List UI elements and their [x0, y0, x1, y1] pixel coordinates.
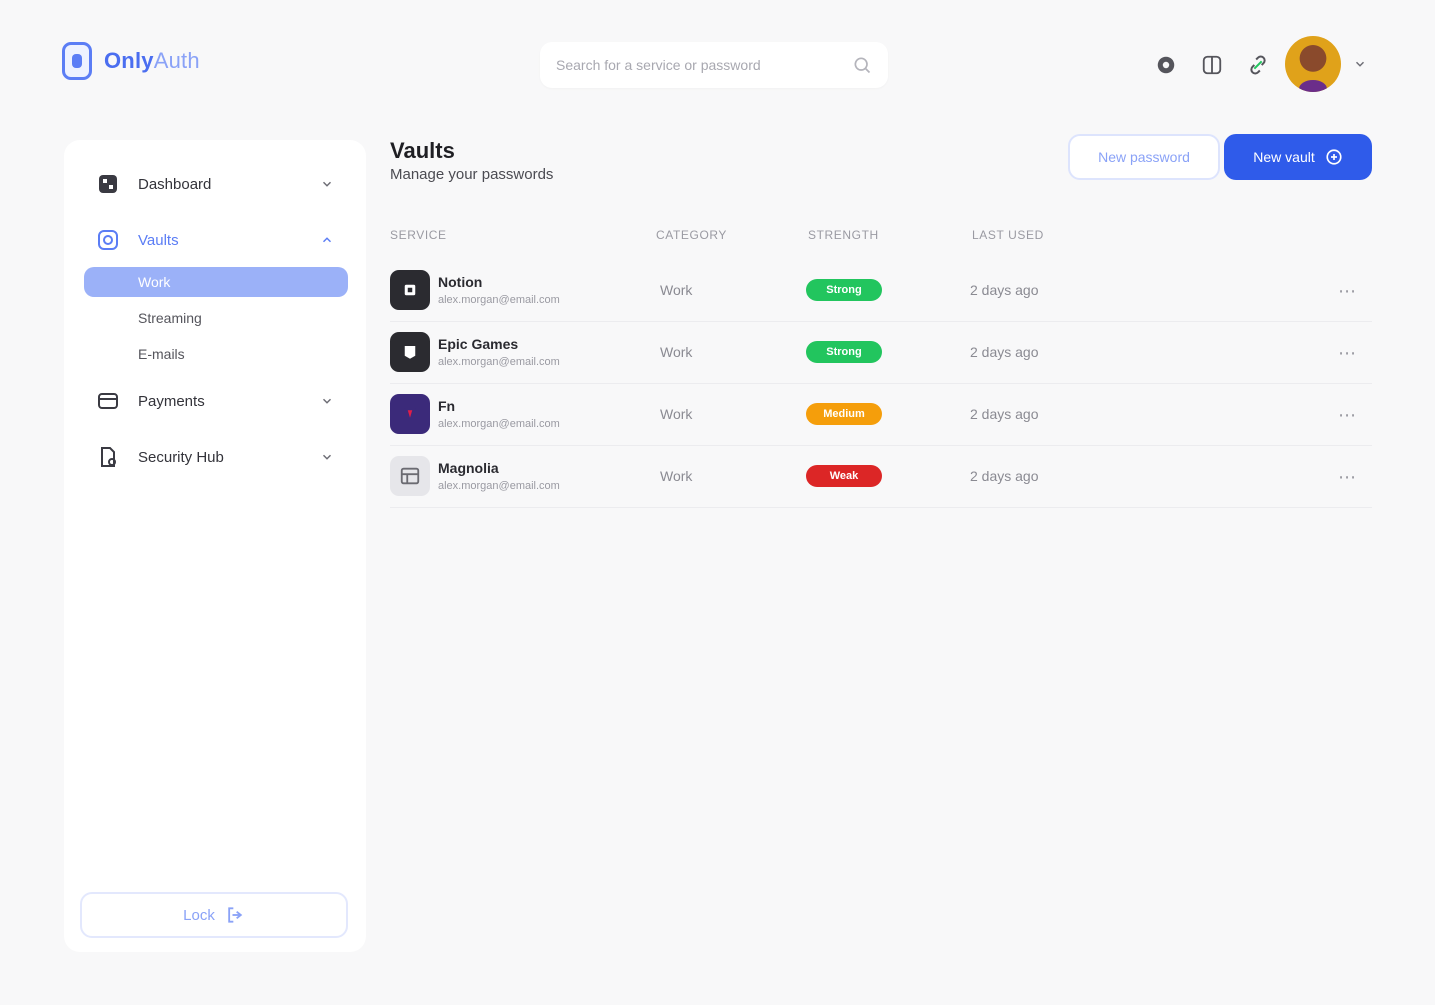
plus-icon: [1326, 149, 1342, 165]
column-header-last-used[interactable]: Last used: [972, 228, 1044, 242]
brand-name: OnlyAuth: [104, 48, 200, 74]
table-row[interactable]: Fn alex.morgan@email.com Work Medium 2 d…: [390, 384, 1372, 446]
chevron-down-icon[interactable]: [320, 177, 334, 191]
service-name: Epic Games: [438, 336, 519, 352]
service-name: Fn: [438, 398, 456, 414]
payments-icon: [94, 387, 122, 415]
more-options-icon[interactable]: ⋯: [1334, 402, 1360, 428]
strength-badge: Strong: [806, 341, 882, 363]
logout-icon: [228, 907, 243, 923]
brand-logo[interactable]: OnlyAuth: [62, 40, 200, 82]
chevron-down-icon[interactable]: [1353, 57, 1367, 71]
link-icon[interactable]: [1245, 52, 1271, 78]
security-icon: [94, 443, 122, 471]
service-category: Work: [660, 406, 693, 422]
last-used: 2 days ago: [970, 468, 1039, 484]
table-row[interactable]: Notion alex.morgan@email.com Work Strong…: [390, 260, 1372, 322]
vault-icon: [94, 226, 122, 254]
chevron-up-icon[interactable]: [320, 233, 334, 247]
service-category: Work: [660, 468, 693, 484]
service-category: Work: [660, 282, 693, 298]
page-subtitle: Manage your passwords: [390, 166, 554, 183]
strength-badge: Medium: [806, 403, 882, 425]
search-icon[interactable]: [852, 55, 872, 75]
service-name: Notion: [438, 274, 483, 290]
last-used: 2 days ago: [970, 406, 1039, 422]
logo-icon: [62, 42, 92, 80]
search-bar: [540, 42, 888, 88]
sidebar-item-label: Security Hub: [138, 448, 224, 466]
sidebar-subitem-emails[interactable]: E-mails: [138, 346, 185, 362]
header-actions: [1153, 52, 1271, 78]
new-password-button[interactable]: New password: [1068, 134, 1220, 180]
service-email: alex.morgan@email.com: [438, 480, 560, 492]
service-email: alex.morgan@email.com: [438, 418, 560, 430]
column-header-strength[interactable]: Strength: [808, 228, 879, 242]
notion-icon: [390, 270, 430, 310]
sidebar-item-label: Vaults: [138, 231, 179, 249]
sidebar-subitem-streaming[interactable]: Streaming: [138, 310, 202, 326]
strength-badge: Weak: [806, 465, 882, 487]
lock-button[interactable]: Lock: [80, 892, 348, 938]
service-name: Magnolia: [438, 460, 499, 476]
sidebar-item-payments[interactable]: Payments: [94, 383, 334, 419]
epic-games-icon: [390, 332, 430, 372]
sidebar-item-vaults[interactable]: Vaults: [94, 222, 334, 258]
table-row[interactable]: Epic Games alex.morgan@email.com Work St…: [390, 322, 1372, 384]
service-category: Work: [660, 344, 693, 360]
more-options-icon[interactable]: ⋯: [1334, 340, 1360, 366]
more-options-icon[interactable]: ⋯: [1334, 278, 1360, 304]
sidebar-item-dashboard[interactable]: Dashboard: [94, 166, 334, 202]
sidebar-subitem-work[interactable]: Work: [84, 267, 348, 297]
sidebar-item-security-hub[interactable]: Security Hub: [94, 439, 334, 475]
sidebar-item-label: Payments: [138, 392, 205, 410]
brand-name-light: Auth: [153, 48, 200, 73]
chevron-down-icon[interactable]: [320, 394, 334, 408]
settings-icon[interactable]: [1153, 52, 1179, 78]
page-title: Vaults: [390, 138, 455, 163]
table-header: Service Category Strength Last used: [390, 228, 1372, 250]
service-email: alex.morgan@email.com: [438, 356, 560, 368]
table-row[interactable]: Magnolia alex.morgan@email.com Work Weak…: [390, 446, 1372, 508]
sidebar-item-label: Dashboard: [138, 175, 212, 193]
top-bar: OnlyAuth: [0, 0, 1435, 120]
column-header-category[interactable]: Category: [656, 228, 727, 242]
column-header-service[interactable]: Service: [390, 228, 447, 242]
user-menu[interactable]: [1285, 36, 1367, 92]
service-email: alex.morgan@email.com: [438, 294, 560, 306]
avatar[interactable]: [1285, 36, 1341, 92]
new-vault-button[interactable]: New vault: [1224, 134, 1372, 180]
search-input[interactable]: [556, 57, 852, 73]
last-used: 2 days ago: [970, 344, 1039, 360]
last-used: 2 days ago: [970, 282, 1039, 298]
brand-name-bold: Only: [104, 48, 154, 73]
more-options-icon[interactable]: ⋯: [1334, 464, 1360, 490]
sidebar: Dashboard Vaults Work Streaming E-mails …: [64, 140, 366, 952]
strength-badge: Strong: [806, 279, 882, 301]
magnolia-icon: [390, 456, 430, 496]
chevron-down-icon[interactable]: [320, 450, 334, 464]
new-vault-label: New vault: [1253, 149, 1315, 165]
grid-icon[interactable]: [1199, 52, 1225, 78]
dashboard-icon: [94, 170, 122, 198]
lock-button-label: Lock: [183, 906, 215, 924]
fn-icon: [390, 394, 430, 434]
